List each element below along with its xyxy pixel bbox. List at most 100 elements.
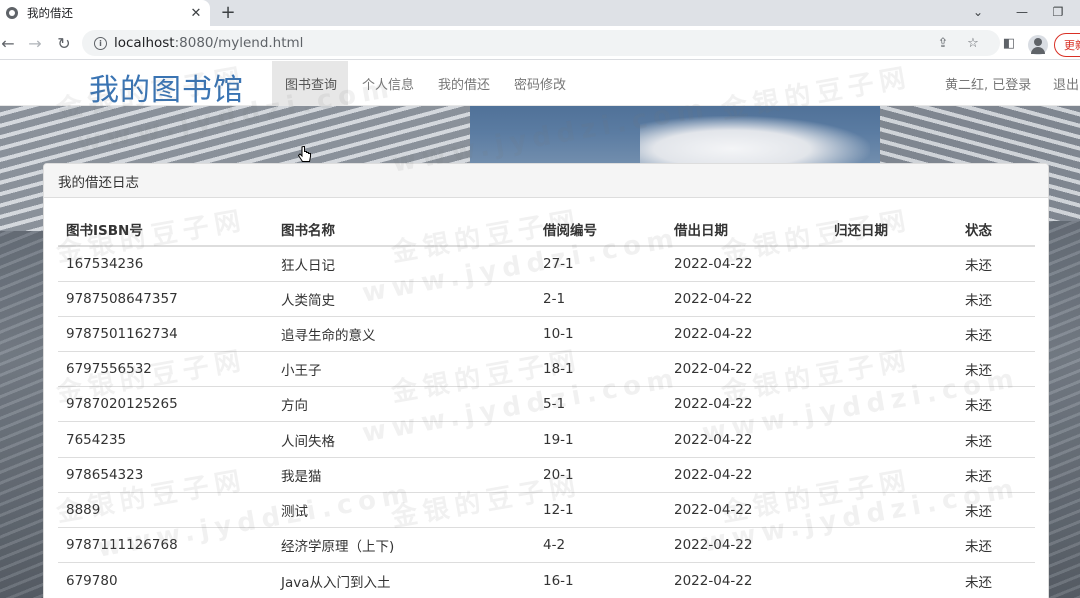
forward-arrow-icon[interactable]: → [25, 33, 45, 53]
table-row: 9787111126768 经济学原理（上下) 4-2 2022-04-22 未还 [58, 526, 1035, 563]
cell-lend-date: 2022-04-22 [666, 456, 826, 493]
cell-isbn: 9787020125265 [58, 386, 273, 422]
cell-lend-id: 12-1 [535, 491, 666, 528]
cell-return-date [826, 562, 957, 598]
table-row: 167534236 狂人日记 27-1 2022-04-22 未还 [58, 245, 1035, 282]
column-header-status: 状态 [957, 213, 1035, 247]
lending-table: 图书ISBN号 图书名称 借阅编号 借出日期 归还日期 状态 167534236… [58, 213, 1035, 598]
cell-lend-date: 2022-04-22 [666, 526, 826, 563]
nav-my-lending[interactable]: 我的借还 [438, 61, 490, 106]
star-icon[interactable]: ☆ [965, 35, 981, 51]
reload-icon[interactable]: ↻ [54, 33, 74, 53]
globe-icon [6, 7, 18, 19]
table-row: 9787020125265 方向 5-1 2022-04-22 未还 [58, 386, 1035, 422]
table-header-row: 图书ISBN号 图书名称 借阅编号 借出日期 归还日期 状态 [58, 213, 1035, 247]
share-icon[interactable]: ⇪ [935, 35, 951, 51]
cell-isbn: 167534236 [58, 245, 273, 282]
column-header-isbn: 图书ISBN号 [58, 213, 273, 247]
logout-link[interactable]: 退出 [1053, 61, 1079, 106]
cell-status: 未还 [957, 491, 1035, 528]
cell-return-date [826, 386, 957, 422]
table-row: 8889 测试 12-1 2022-04-22 未还 [58, 491, 1035, 528]
nav-book-search[interactable]: 图书查询 [272, 61, 348, 106]
site-navbar: 我的图书馆 图书查询 个人信息 我的借还 密码修改 黄二红, 已登录 退出 [0, 61, 1080, 109]
column-header-lend-date: 借出日期 [666, 213, 826, 247]
cell-return-date [826, 280, 957, 317]
cell-return-date [826, 351, 957, 387]
cell-lend-id: 19-1 [535, 421, 666, 458]
cell-status: 未还 [957, 351, 1035, 387]
address-bar[interactable]: i localhost:8080/mylend.html ⇪ ☆ [82, 30, 1000, 56]
cell-status: 未还 [957, 386, 1035, 422]
cell-isbn: 9787508647357 [58, 280, 273, 317]
cell-return-date [826, 245, 957, 282]
cell-status: 未还 [957, 562, 1035, 598]
cell-status: 未还 [957, 280, 1035, 317]
profile-avatar-icon[interactable] [1028, 35, 1048, 55]
table-row: 9787508647357 人类简史 2-1 2022-04-22 未还 [58, 280, 1035, 317]
table-row: 7654235 人间失格 19-1 2022-04-22 未还 [58, 421, 1035, 458]
minimize-button[interactable]: — [1012, 3, 1032, 21]
cell-title: 追寻生命的意义 [273, 315, 535, 352]
cell-status: 未还 [957, 456, 1035, 493]
update-button[interactable]: 更新 [1054, 33, 1080, 57]
column-header-return-date: 归还日期 [826, 213, 957, 247]
browser-tabstrip: 我的借还 ✕ + ⌄ — ❐ [0, 0, 1080, 26]
cell-status: 未还 [957, 526, 1035, 563]
cell-lend-id: 18-1 [535, 351, 666, 387]
cell-lend-id: 4-2 [535, 526, 666, 563]
user-status: 黄二红, 已登录 [945, 78, 1032, 93]
column-header-lend-id: 借阅编号 [535, 213, 666, 247]
chevron-down-icon[interactable]: ⌄ [968, 3, 988, 21]
table-row: 978654323 我是猫 20-1 2022-04-22 未还 [58, 456, 1035, 493]
cell-lend-date: 2022-04-22 [666, 351, 826, 387]
hand-pointer-icon [298, 146, 311, 162]
cell-title: 人类简史 [273, 280, 535, 317]
side-panel-icon[interactable]: ◧ [1001, 35, 1017, 51]
url-host: localhost [114, 35, 175, 51]
cell-title: Java从入门到入土 [273, 562, 535, 598]
cell-status: 未还 [957, 421, 1035, 458]
nav-change-password[interactable]: 密码修改 [514, 61, 566, 106]
cell-title: 人间失格 [273, 421, 535, 458]
cell-status: 未还 [957, 245, 1035, 282]
cell-return-date [826, 315, 957, 352]
tab-title: 我的借还 [27, 6, 73, 20]
site-brand[interactable]: 我的图书馆 [89, 65, 244, 109]
cell-isbn: 9787501162734 [58, 315, 273, 352]
info-icon[interactable]: i [94, 36, 107, 50]
cell-return-date [826, 456, 957, 493]
browser-toolbar: ← → ↻ i localhost:8080/mylend.html ⇪ ☆ ◧ [0, 26, 1080, 60]
cell-return-date [826, 526, 957, 563]
restore-button[interactable]: ❐ [1048, 3, 1068, 21]
cell-lend-id: 10-1 [535, 315, 666, 352]
browser-tab[interactable]: 我的借还 ✕ [0, 0, 210, 26]
cell-lend-id: 27-1 [535, 245, 666, 282]
cell-lend-id: 20-1 [535, 456, 666, 493]
cell-title: 小王子 [273, 351, 535, 387]
cell-lend-date: 2022-04-22 [666, 386, 826, 422]
cell-lend-date: 2022-04-22 [666, 245, 826, 282]
column-header-title: 图书名称 [273, 213, 535, 247]
back-arrow-icon[interactable]: ← [0, 33, 18, 53]
cell-return-date [826, 421, 957, 458]
cell-isbn: 8889 [58, 491, 273, 528]
cell-isbn: 679780 [58, 562, 273, 598]
cell-title: 方向 [273, 386, 535, 422]
cell-title: 经济学原理（上下) [273, 526, 535, 563]
nav-personal-info[interactable]: 个人信息 [362, 61, 414, 106]
cell-isbn: 6797556532 [58, 351, 273, 387]
cell-lend-date: 2022-04-22 [666, 421, 826, 458]
lending-log-panel: 我的借还日志 图书ISBN号 图书名称 借阅编号 借出日期 归还日期 状态 16… [43, 163, 1049, 598]
cell-return-date [826, 491, 957, 528]
new-tab-button[interactable]: + [218, 2, 238, 23]
cell-lend-date: 2022-04-22 [666, 315, 826, 352]
cell-status: 未还 [957, 315, 1035, 352]
url-path: :8080/mylend.html [174, 35, 304, 51]
cell-lend-date: 2022-04-22 [666, 491, 826, 528]
cell-lend-id: 16-1 [535, 562, 666, 598]
cell-lend-date: 2022-04-22 [666, 280, 826, 317]
cell-lend-id: 5-1 [535, 386, 666, 422]
close-icon[interactable]: ✕ [188, 5, 204, 21]
cell-lend-date: 2022-04-22 [666, 562, 826, 598]
